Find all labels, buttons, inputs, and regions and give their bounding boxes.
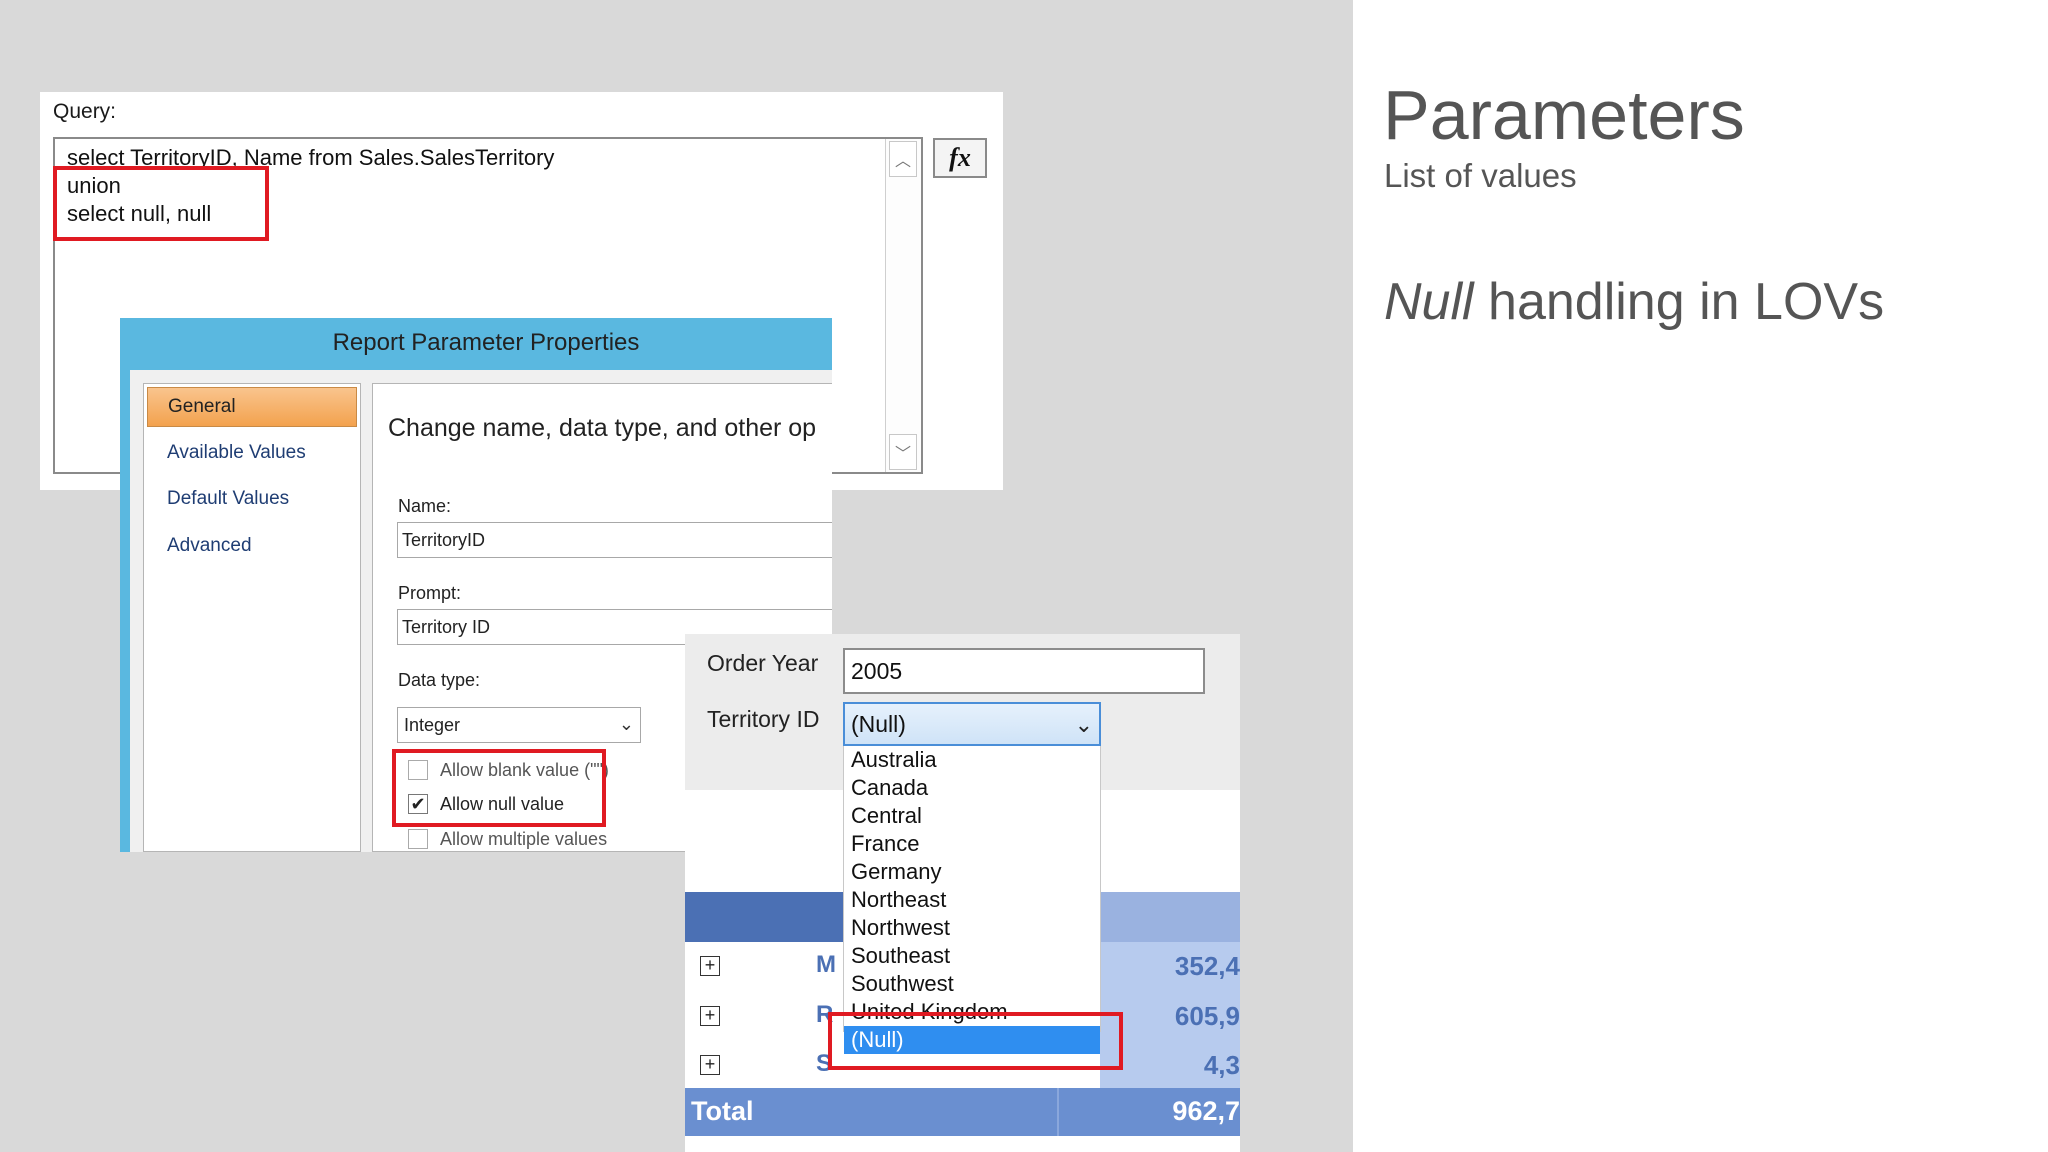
option-central[interactable]: Central bbox=[844, 802, 1100, 830]
territory-id-label: Territory ID bbox=[707, 706, 820, 732]
slide-topic: Null handling in LOVs bbox=[1384, 272, 1884, 332]
territory-id-select[interactable]: (Null) ⌄ bbox=[843, 702, 1101, 746]
highlight-allow-null-box bbox=[392, 749, 606, 827]
checkbox-label: Allow multiple values bbox=[440, 828, 608, 849]
name-label: Name: bbox=[398, 496, 452, 516]
topic-text: handling in LOVs bbox=[1473, 273, 1885, 331]
name-field[interactable]: TerritoryID bbox=[397, 522, 832, 558]
row-value: 4,3 bbox=[1203, 1050, 1240, 1080]
nav-item-default-values[interactable]: Default Values bbox=[147, 479, 357, 519]
order-year-input[interactable]: 2005 bbox=[843, 648, 1205, 694]
expand-icon[interactable]: + bbox=[700, 956, 720, 976]
row-label: M bbox=[816, 951, 836, 978]
total-label: Total bbox=[691, 1096, 754, 1126]
topic-emphasis: Null bbox=[1384, 273, 1474, 331]
datatype-select[interactable]: Integer ⌄ bbox=[397, 707, 641, 743]
checkbox-box bbox=[408, 829, 428, 849]
territory-selected-value: (Null) bbox=[851, 710, 906, 737]
slide-subtitle: List of values bbox=[1384, 157, 1577, 194]
option-northwest[interactable]: Northwest bbox=[844, 914, 1100, 942]
slide-title: Parameters bbox=[1383, 76, 1745, 154]
option-france[interactable]: France bbox=[844, 830, 1100, 858]
total-row: Total 962,7 bbox=[685, 1088, 1240, 1136]
chevron-down-icon: ⌄ bbox=[1074, 712, 1093, 737]
scroll-down-icon[interactable]: ﹀ bbox=[889, 434, 917, 470]
dialog-title: Report Parameter Properties bbox=[332, 329, 640, 356]
allow-multiple-checkbox[interactable]: Allow multiple values bbox=[408, 826, 607, 852]
expression-button[interactable]: fx bbox=[933, 138, 987, 178]
scroll-up-icon[interactable]: ︿ bbox=[889, 141, 917, 177]
option-germany[interactable]: Germany bbox=[844, 858, 1100, 886]
nav-item-general[interactable]: General bbox=[147, 387, 357, 427]
nav-item-available-values[interactable]: Available Values bbox=[147, 433, 357, 473]
dialog-description: Change name, data type, and other op bbox=[388, 414, 817, 442]
query-label: Query: bbox=[53, 100, 117, 123]
option-southeast[interactable]: Southeast bbox=[844, 942, 1100, 970]
table-header-right bbox=[1100, 892, 1240, 942]
option-southwest[interactable]: Southwest bbox=[844, 970, 1100, 998]
territory-dropdown-list[interactable]: Australia Canada Central France Germany … bbox=[843, 746, 1101, 1054]
expand-icon[interactable]: + bbox=[700, 1006, 720, 1026]
expand-icon[interactable]: + bbox=[700, 1055, 720, 1075]
report-viewer: Order Year 2005 Territory ID (Null) ⌄ + … bbox=[685, 634, 1240, 1152]
datatype-label: Data type: bbox=[398, 670, 481, 690]
dialog-nav: General Available Values Default Values … bbox=[143, 383, 361, 852]
prompt-label: Prompt: bbox=[398, 583, 462, 603]
total-value: 962,7 bbox=[1172, 1096, 1240, 1126]
row-value: 352,4 bbox=[1174, 951, 1240, 981]
option-australia[interactable]: Australia bbox=[844, 746, 1100, 774]
option-northeast[interactable]: Northeast bbox=[844, 886, 1100, 914]
highlight-union-box bbox=[53, 166, 269, 241]
row-value: 605,9 bbox=[1174, 1001, 1240, 1031]
query-scrollbar[interactable]: ︿ ﹀ bbox=[885, 139, 921, 472]
datatype-value: Integer bbox=[404, 714, 461, 735]
order-year-label: Order Year bbox=[707, 650, 819, 676]
nav-item-advanced[interactable]: Advanced bbox=[147, 526, 357, 566]
option-canada[interactable]: Canada bbox=[844, 774, 1100, 802]
chevron-down-icon: ⌄ bbox=[618, 714, 634, 734]
highlight-null-option-box bbox=[828, 1012, 1123, 1070]
total-divider bbox=[1057, 1088, 1059, 1136]
